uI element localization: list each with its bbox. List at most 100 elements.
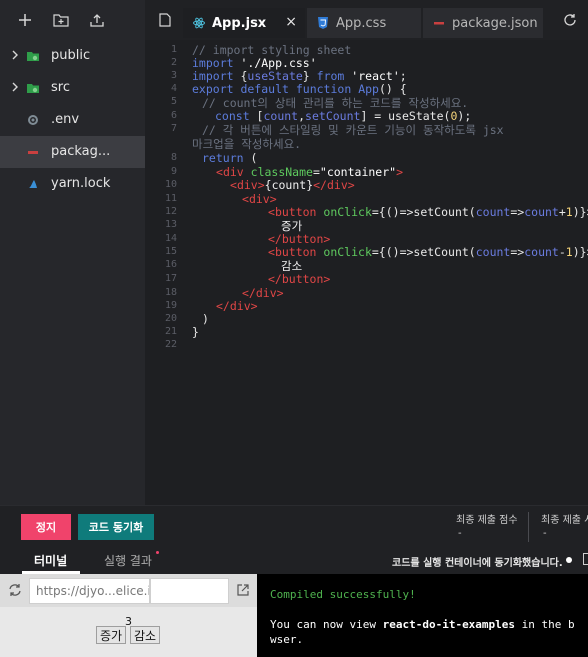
line-number: 11	[164, 193, 177, 204]
line-number: 4	[170, 83, 177, 94]
stop-button[interactable]: 정지	[21, 514, 71, 540]
line-number: 17	[164, 273, 177, 284]
open-external-icon[interactable]	[236, 583, 250, 597]
line-number: 14	[164, 233, 177, 244]
code-line-4: export default function App() {	[192, 82, 407, 96]
line-number: 13	[164, 219, 177, 230]
preview-address-bar: https://djyo...elice.io/	[0, 574, 257, 607]
line-number: 7	[170, 123, 177, 134]
line-number: 20	[164, 313, 177, 324]
final-submit-label: 최종 제출 시	[541, 515, 588, 526]
line-number: 9	[170, 166, 177, 177]
final-score-label: 최종 제출 점수	[456, 515, 518, 526]
code-line-15: <button onClick={()=>setCount(count=>cou…	[268, 245, 588, 259]
preview-pane: https://djyo...elice.io/ 3 증가 감소	[0, 574, 257, 657]
gear-icon	[28, 115, 38, 125]
increment-button[interactable]: 증가	[96, 626, 127, 644]
code-line-17: </button>	[268, 272, 331, 286]
tree-item-package-json[interactable]: packag...	[0, 136, 145, 168]
code-line-10: <div>{count}</div>	[230, 178, 355, 192]
line-number: 16	[164, 259, 177, 270]
tab-run-result[interactable]: 실행 결과	[104, 552, 152, 569]
code-line-11: <div>	[242, 192, 277, 206]
count-display: 3	[125, 615, 132, 628]
line-number: 21	[164, 326, 177, 337]
notification-dot	[156, 551, 159, 554]
code-line-3: import {useState} from 'react';	[192, 69, 407, 83]
line-number: 10	[164, 179, 177, 190]
code-line-21: }	[192, 325, 199, 339]
tab-app-jsx[interactable]: App.jsx ×	[183, 8, 305, 38]
new-folder-icon[interactable]	[52, 11, 70, 29]
terminal-line: Compiled successfully!	[270, 588, 416, 601]
url-input-extension[interactable]	[150, 578, 229, 604]
code-line-18: </div>	[242, 286, 284, 300]
tab-package-json[interactable]: package.json	[423, 8, 543, 38]
tab-label: App.css	[336, 15, 387, 31]
tree-item-public[interactable]: public	[0, 40, 145, 72]
line-number: 8	[170, 152, 177, 163]
line-number: 2	[170, 57, 177, 68]
code-line-8: return (	[202, 151, 258, 165]
code-line-9: <div className="container">	[216, 165, 404, 179]
explorer-toolbar	[0, 0, 145, 40]
folder-icon	[27, 84, 39, 93]
code-line-1: // import styling sheet	[192, 43, 352, 57]
code-sync-button[interactable]: 코드 동기화	[78, 514, 154, 540]
line-number: 6	[170, 110, 177, 121]
folder-icon	[27, 52, 39, 61]
code-line-19: </div>	[216, 299, 258, 313]
package-icon	[28, 151, 38, 154]
tree-item-label: packag...	[51, 144, 111, 159]
code-line-7b: 마크업을 작성하세요.	[192, 137, 302, 151]
line-number: 15	[164, 246, 177, 257]
code-line-2: import './App.css'	[192, 56, 317, 70]
line-number: 5	[170, 96, 177, 107]
terminal-output[interactable]: Compiled successfully! You can now view …	[257, 574, 588, 657]
yarn-icon	[29, 180, 37, 188]
bottom-panel-tabs: 터미널 실행 결과 코드를 실행 컨테이너에 동기화했습니다.	[0, 547, 588, 574]
close-icon[interactable]: ×	[285, 14, 297, 30]
preview-content: 3 증가 감소	[0, 607, 257, 657]
tab-app-css[interactable]: App.css	[307, 8, 421, 38]
tree-item-label: .env	[51, 112, 80, 127]
status-indicator	[566, 557, 572, 563]
chevron-right-icon[interactable]	[10, 81, 20, 93]
reload-icon[interactable]	[8, 583, 22, 597]
tree-item-env[interactable]: .env	[0, 104, 145, 136]
line-number: 18	[164, 287, 177, 298]
line-number: 3	[170, 70, 177, 81]
tree-item-src[interactable]: src	[0, 72, 145, 104]
decrement-button[interactable]: 감소	[130, 626, 161, 644]
code-line-12: <button onClick={()=>setCount(count=>cou…	[268, 205, 588, 219]
line-number: 19	[164, 300, 177, 311]
code-editor[interactable]: 1 2 3 4 5 6 7 8 9 10 11 12 13 14 15 16 17 18 19 20 21 22 // i…	[145, 40, 588, 505]
upload-icon[interactable]	[88, 11, 106, 29]
tab-label: package.json	[452, 15, 538, 31]
line-number: 22	[164, 339, 177, 350]
tree-item-label: src	[51, 80, 70, 95]
code-line-14: </button>	[268, 232, 331, 246]
panel-toggle[interactable]	[583, 553, 588, 565]
line-number: 12	[164, 206, 177, 217]
tree-item-yarn-lock[interactable]: yarn.lock	[0, 168, 145, 200]
final-submit-value: -	[543, 528, 547, 539]
react-icon	[193, 17, 205, 29]
new-file-icon[interactable]	[16, 11, 34, 29]
editor-tab-bar: App.jsx × App.css package.json	[145, 0, 588, 40]
file-explorer: public src .env packag... yarn.lock	[0, 0, 145, 505]
code-line-6: const [count,setCount] = useState(0);	[215, 109, 472, 123]
tab-label: App.jsx	[212, 15, 267, 31]
tree-item-label: yarn.lock	[51, 176, 111, 191]
terminal-line: You can now view react-do-it-examples in…	[270, 618, 575, 631]
line-number: 1	[170, 44, 177, 55]
chevron-right-icon[interactable]	[10, 49, 20, 61]
final-score-value: -	[458, 528, 462, 539]
tab-terminal[interactable]: 터미널	[34, 552, 67, 569]
json-icon	[433, 17, 445, 29]
refresh-icon[interactable]	[563, 12, 577, 31]
terminal-line: wser.	[270, 633, 304, 646]
sync-status-text: 코드를 실행 컨테이너에 동기화했습니다.	[392, 558, 563, 569]
files-icon[interactable]	[158, 12, 172, 31]
url-input[interactable]: https://djyo...elice.io/	[29, 578, 150, 604]
